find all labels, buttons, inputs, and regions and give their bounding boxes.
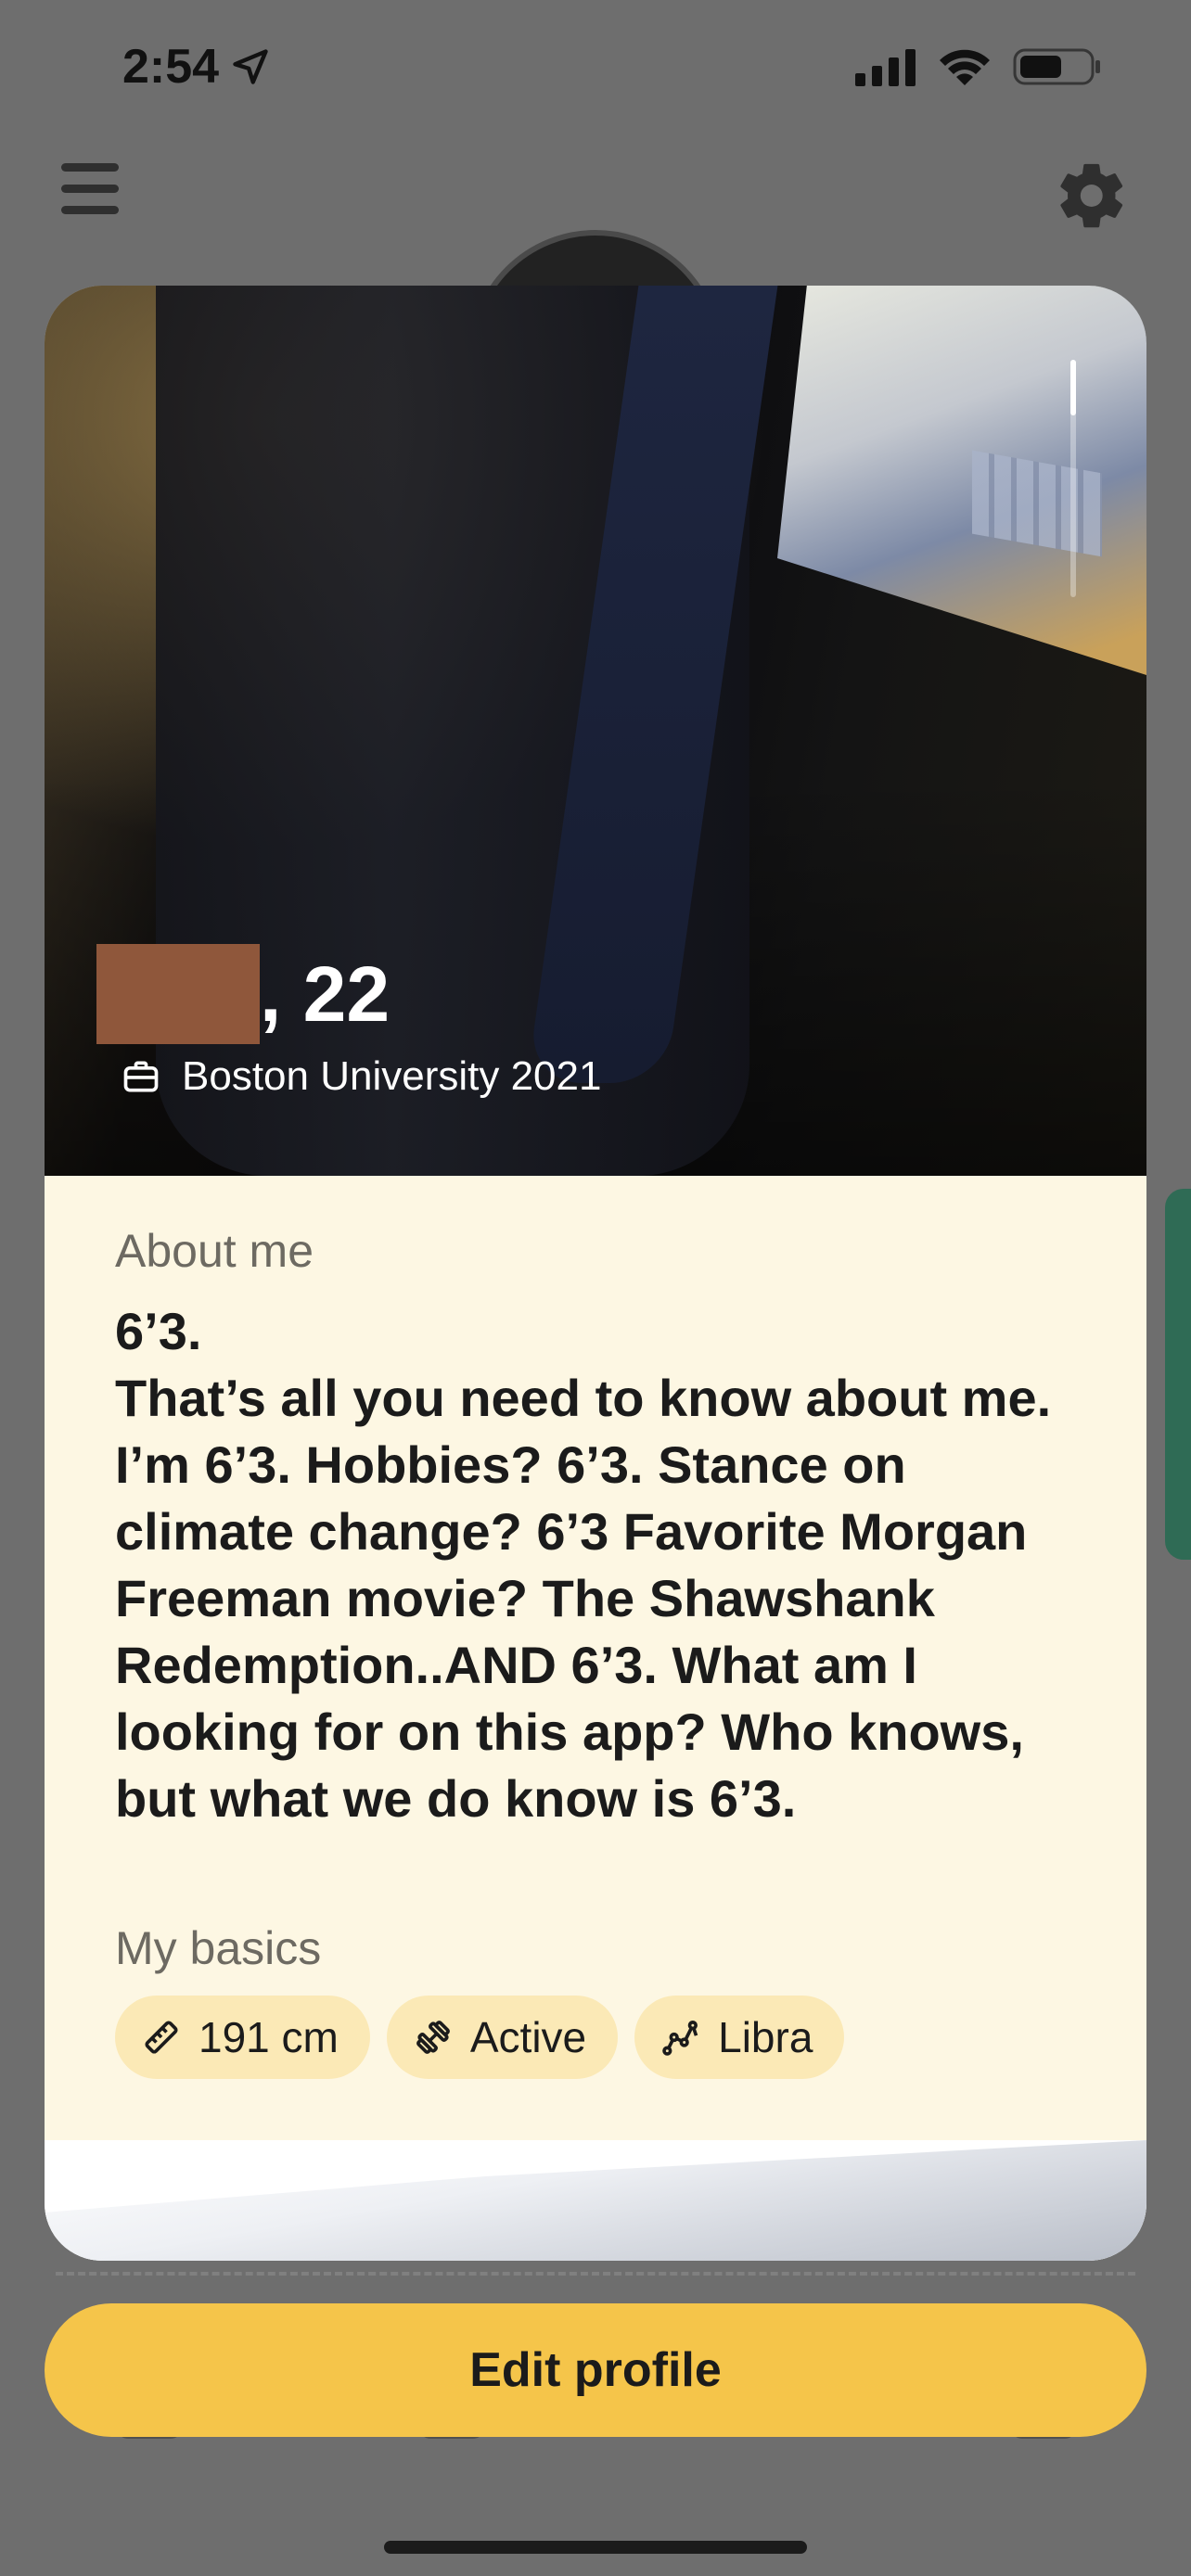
divider: [56, 2272, 1135, 2276]
about-line: looking for on this app? Who knows,: [115, 1702, 1024, 1761]
basic-label: 191 cm: [198, 2013, 339, 2061]
side-panel-peek: [1165, 1189, 1191, 1560]
basic-label: Active: [469, 2013, 587, 2061]
status-time: 2:54: [122, 39, 271, 95]
menu-icon[interactable]: [61, 163, 119, 215]
home-indicator[interactable]: [384, 2541, 807, 2554]
scroll-indicator: [1070, 360, 1076, 597]
about-line: climate change? 6’3 Favorite Morgan: [115, 1502, 1028, 1561]
gear-icon[interactable]: [1054, 158, 1130, 234]
about-text: 6’3. That’s all you need to know about m…: [115, 1298, 1076, 1832]
school-row: Boston University 2021: [121, 1053, 601, 1100]
basic-pill-activity: Active: [386, 1996, 619, 2079]
status-icons: [855, 46, 1102, 87]
wifi-icon: [940, 49, 990, 85]
basics-heading: My basics: [115, 1922, 322, 1974]
basic-pill-height: 191 cm: [115, 1996, 370, 2079]
briefcase-icon: [123, 1061, 159, 1092]
about-line: but what we do know is 6’3.: [115, 1769, 797, 1828]
basics-pills: 191 cm Active Libra: [115, 1996, 1076, 2079]
about-heading: About me: [115, 1225, 314, 1277]
about-line: Redemption..AND 6’3. What am I: [115, 1636, 917, 1694]
signal-icon: [855, 49, 916, 86]
profile-card[interactable]: , 22 Boston University 2021 About me 6’3…: [45, 286, 1146, 2261]
battery-icon: [1013, 48, 1100, 85]
about-line: That’s all you need to know about me.: [115, 1369, 1052, 1427]
ruler-icon: [145, 2021, 178, 2054]
about-line: I’m 6’3. Hobbies? 6’3. Stance on: [115, 1435, 906, 1494]
basic-pill-zodiac: Libra: [634, 1996, 845, 2079]
location-arrow-icon: [233, 49, 268, 84]
dumbbell-icon: [416, 2021, 450, 2054]
about-line: 6’3.: [115, 1302, 202, 1360]
about-section: About me 6’3. That’s all you need to kno…: [45, 1176, 1146, 2140]
basic-label: Libra: [718, 2013, 813, 2061]
about-line: Freeman movie? The Shawshank: [115, 1569, 935, 1627]
school-label: Boston University 2021: [182, 1053, 602, 1099]
time-label: 2:54: [122, 40, 220, 94]
profile-photo: , 22 Boston University 2021: [45, 286, 1146, 1176]
constellation-icon: [662, 2021, 698, 2056]
name-row: , 22: [96, 944, 390, 1044]
name-redaction: [96, 944, 260, 1044]
age-label: , 22: [260, 950, 391, 1038]
edit-profile-button[interactable]: Edit profile: [45, 2303, 1146, 2437]
